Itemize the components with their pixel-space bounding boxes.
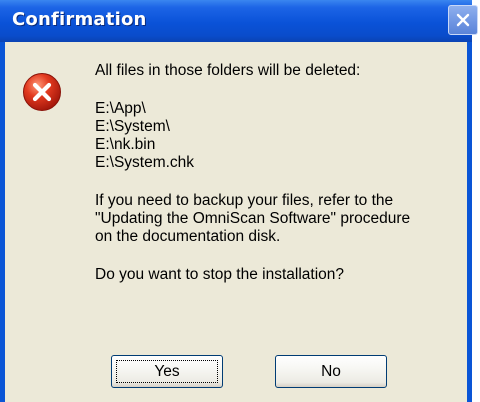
error-icon (23, 73, 61, 111)
no-button-label: No (321, 363, 341, 380)
dialog-body: All files in those folders will be delet… (5, 42, 467, 402)
yes-button-label: Yes (154, 363, 180, 380)
path-item: E:\System\ (95, 118, 170, 135)
close-button[interactable] (448, 5, 478, 35)
path-item: E:\System.chk (95, 154, 195, 171)
message-text: All files in those folders will be delet… (95, 62, 455, 284)
yes-button[interactable]: Yes (111, 355, 223, 388)
confirmation-dialog: Confirmation All files in those folders … (0, 0, 478, 402)
path-item: E:\App\ (95, 100, 146, 117)
backup-instructions-line: "Updating the OmniScan Software" procedu… (95, 210, 411, 227)
backup-instructions-line: on the documentation disk. (95, 228, 281, 245)
dialog-title: Confirmation (12, 9, 147, 30)
no-button[interactable]: No (275, 355, 387, 388)
path-item: E:\nk.bin (95, 136, 156, 153)
message-intro: All files in those folders will be delet… (95, 62, 361, 79)
close-icon (456, 13, 470, 27)
backup-instructions-line: If you need to backup your files, refer … (95, 192, 394, 209)
title-bar[interactable]: Confirmation (0, 0, 478, 42)
confirmation-question: Do you want to stop the installation? (95, 266, 345, 283)
